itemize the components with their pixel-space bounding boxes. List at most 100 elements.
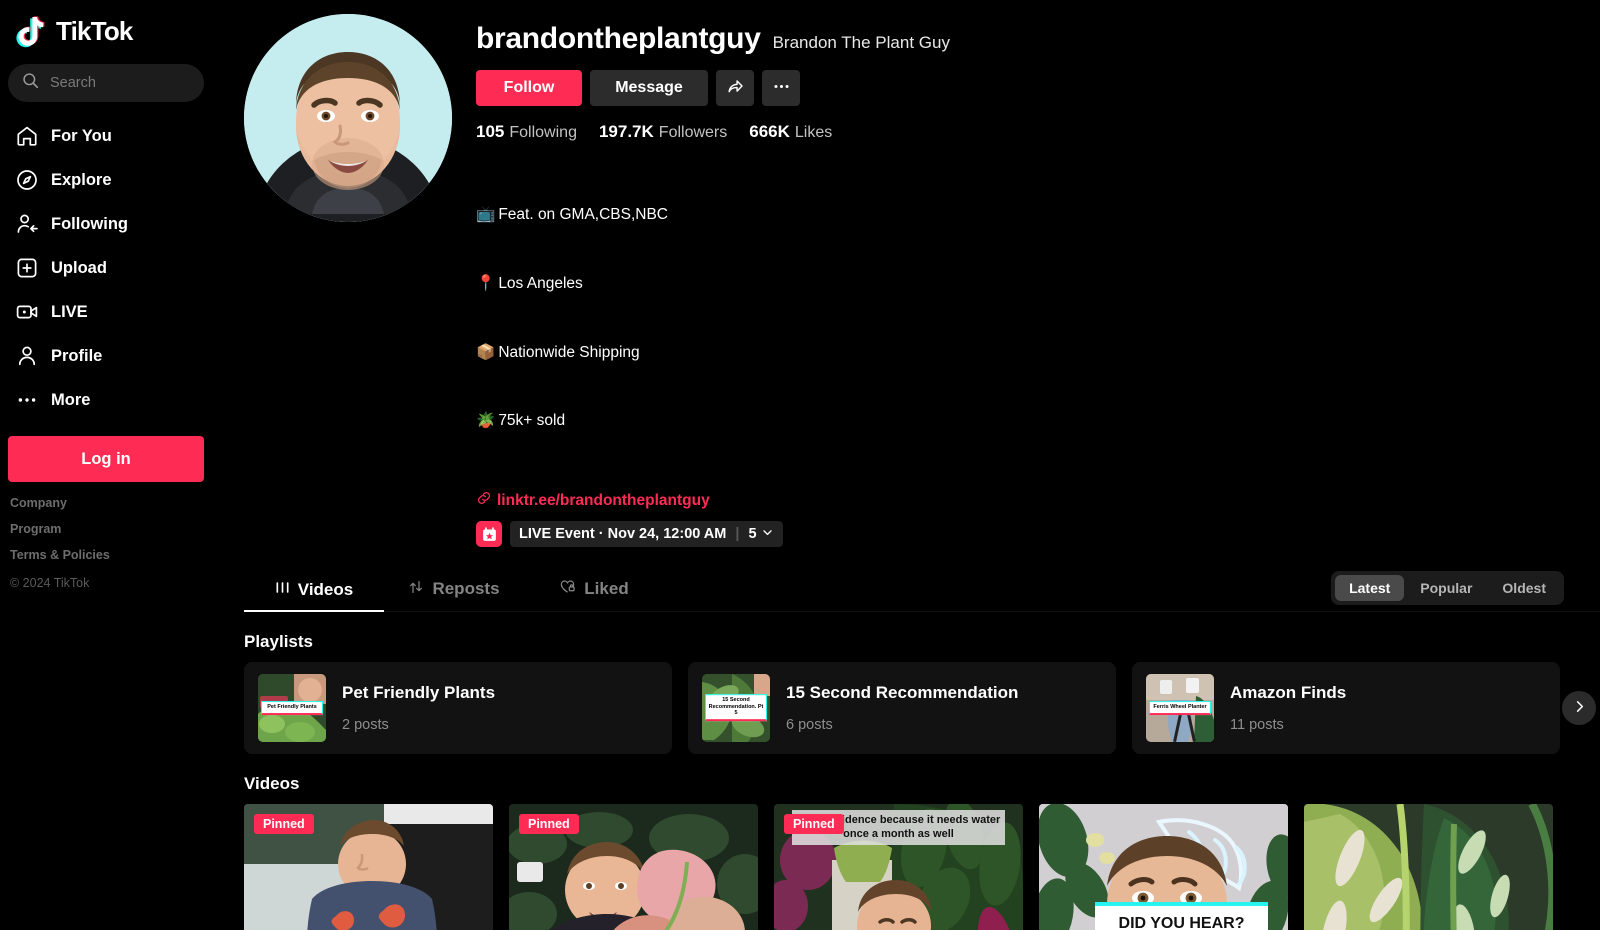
search-input[interactable] [50, 75, 190, 91]
profile-actions: Follow Message [476, 70, 1600, 106]
sort-popular-button[interactable]: Popular [1406, 575, 1486, 601]
chevron-down-icon [761, 526, 774, 543]
playlist-thumbnail: Pet Friendly Plants [258, 673, 326, 742]
follow-button[interactable]: Follow [476, 70, 582, 106]
video-card[interactable]: DID YOU HEAR? 11.2K [1039, 803, 1288, 930]
live-calendar-icon [476, 521, 502, 548]
stat-value: 666K [749, 122, 790, 141]
bio-line: 📍 Los Angeles [476, 273, 1600, 296]
tab-label: Liked [584, 578, 629, 598]
profile-stats: 105 Following 197.7K Followers 666K Like… [476, 122, 1600, 142]
share-button[interactable] [716, 70, 754, 106]
videos-grid: NG MIX Pinned 24.1K [244, 803, 1600, 930]
live-event-row[interactable]: LIVE Event · Nov 24, 12:00 AM | 5 [476, 521, 783, 548]
live-event-separator: | [735, 526, 740, 543]
sidebar-item-label: Profile [51, 346, 103, 365]
sidebar: TikTok For You [0, 0, 212, 930]
bio-line-text: Feat. on GMA,CBS,NBC [498, 205, 669, 223]
live-event-count-group[interactable]: 5 [748, 526, 773, 543]
playlist-thumb-caption: Pet Friendly Plants [261, 700, 323, 715]
footer-link-program[interactable]: Program [10, 522, 204, 536]
playlist-post-count: 6 posts [786, 716, 833, 733]
videos-title: Videos [244, 773, 300, 793]
profile-link[interactable]: linktr.ee/brandontheplantguy [476, 490, 1600, 511]
footer-link-company[interactable]: Company [10, 496, 204, 510]
live-event-text: LIVE Event · Nov 24, 12:00 AM [519, 526, 727, 543]
playlists-next-button[interactable] [1562, 690, 1596, 725]
profile-nickname: Brandon The Plant Guy [772, 33, 950, 52]
more-options-button[interactable] [762, 70, 800, 106]
profile-tabs: Videos Reposts Liked Latest Popular Olde… [244, 570, 1600, 612]
message-button[interactable]: Message [590, 70, 708, 106]
sidebar-item-live[interactable]: LIVE [8, 290, 204, 334]
live-event-count: 5 [748, 526, 757, 543]
playlist-card[interactable]: Pet Friendly Plants Pet Friendly Plants … [244, 661, 672, 754]
stat-value: 197.7K [598, 122, 654, 141]
sidebar-item-profile[interactable]: Profile [8, 334, 204, 378]
playlist-card[interactable]: 15 Second Recommendation. Pt 5 15 Second… [688, 661, 1116, 754]
sort-control: Latest Popular Oldest [1331, 570, 1564, 605]
stat-likes[interactable]: 666K Likes [749, 122, 832, 142]
tv-emoji: 📺 [476, 205, 496, 223]
sidebar-item-following[interactable]: Following [8, 202, 204, 246]
bio-line: 🪴 75k+ sold [476, 410, 1600, 433]
stat-following[interactable]: 105 Following [476, 122, 577, 142]
playlist-meta: Pet Friendly Plants 2 posts [342, 683, 495, 733]
video-caption: DID YOU HEAR? [1095, 901, 1268, 930]
tab-liked[interactable]: Liked [524, 570, 664, 611]
tab-reposts[interactable]: Reposts [384, 571, 524, 611]
link-chain-icon [476, 490, 492, 511]
video-card[interactable]: NG MIX Pinned 24.1K [244, 803, 493, 930]
sidebar-item-for-you[interactable]: For You [8, 114, 204, 158]
profile-username: brandontheplantguy [476, 22, 761, 55]
sort-latest-button[interactable]: Latest [1335, 574, 1405, 601]
sort-oldest-button[interactable]: Oldest [1488, 575, 1560, 601]
pin-emoji: 📍 [476, 274, 496, 292]
video-card[interactable]: Pinned Syngoniums 1.8M [509, 803, 758, 930]
heart-locked-icon [559, 578, 576, 600]
sidebar-item-more[interactable]: More [8, 378, 204, 422]
video-card[interactable]: HUGE news! Monstera Albos for as low as … [1304, 803, 1553, 930]
bio-line: 📺 Feat. on GMA,CBS,NBC [476, 204, 1600, 227]
playlist-post-count: 11 posts [1230, 716, 1284, 733]
sidebar-item-upload[interactable]: Upload [8, 246, 204, 290]
following-person-icon [14, 212, 39, 237]
pinned-badge: Pinned [519, 813, 579, 834]
live-event-pill[interactable]: LIVE Event · Nov 24, 12:00 AM | 5 [510, 521, 783, 548]
playlist-card[interactable]: Ferris Wheel Planter Amazon Finds 11 pos… [1132, 661, 1560, 754]
video-card[interactable]: no coincidence because it needs water on… [774, 803, 1023, 930]
login-button[interactable]: Log in [8, 436, 204, 482]
tab-label: Videos [297, 579, 354, 599]
profile-header: brandontheplantguy Brandon The Plant Guy… [244, 0, 1600, 548]
sidebar-item-explore[interactable]: Explore [8, 158, 204, 202]
sidebar-footer: Company Program Terms & Policies © 2024 … [8, 496, 204, 592]
package-emoji: 📦 [476, 343, 496, 361]
grid-bars-icon [275, 580, 290, 600]
profile-info: brandontheplantguy Brandon The Plant Guy… [476, 12, 1600, 548]
ellipsis-icon [14, 388, 39, 413]
playlist-name: Amazon Finds [1230, 682, 1347, 702]
ellipsis-icon [772, 77, 791, 99]
search-icon [22, 72, 39, 94]
compass-icon [14, 168, 39, 193]
search-box[interactable] [8, 64, 204, 102]
stat-followers[interactable]: 197.7K Followers [599, 122, 727, 142]
sidebar-item-label: LIVE [51, 302, 88, 321]
tiktok-note-icon [14, 14, 48, 48]
stat-label: Followers [658, 124, 728, 141]
sidebar-item-label: For You [51, 126, 112, 145]
tiktok-logo[interactable]: TikTok [8, 0, 204, 58]
potted-plant-emoji: 🪴 [476, 412, 496, 430]
playlist-name: Pet Friendly Plants [342, 682, 496, 702]
playlists-title: Playlists [244, 631, 313, 651]
avatar[interactable] [244, 14, 452, 222]
tiktok-profile-page: TikTok For You [0, 0, 1600, 930]
sidebar-nav: For You Explore Following Upload LIVE Pr… [8, 114, 204, 422]
video-thumbnail [1304, 803, 1553, 930]
plus-square-icon [14, 256, 39, 281]
footer-link-terms[interactable]: Terms & Policies [10, 548, 204, 562]
sidebar-item-label: Upload [51, 258, 107, 277]
playlist-meta: Amazon Finds 11 posts [1230, 683, 1346, 733]
playlists-carousel: Pet Friendly Plants Pet Friendly Plants … [244, 661, 1600, 754]
tab-videos[interactable]: Videos [244, 572, 384, 612]
